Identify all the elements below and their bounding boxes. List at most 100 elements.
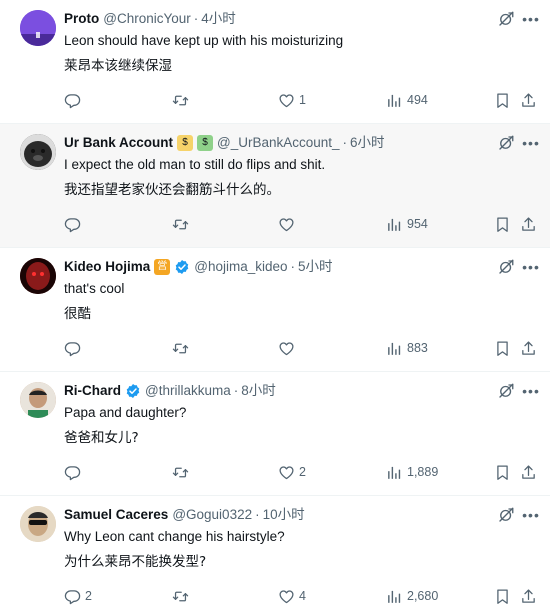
timestamp[interactable]: 4小时	[201, 10, 236, 28]
user-handle[interactable]: @hojima_kideo	[194, 258, 287, 276]
view-count: 954	[407, 217, 428, 231]
tweet-reply[interactable]: Ri-Chard @thrillakkuma · 8小时 Papa and da…	[0, 372, 550, 496]
verified-badge-icon[interactable]	[125, 383, 141, 399]
reply-button[interactable]: 2	[64, 586, 92, 606]
avatar[interactable]	[20, 382, 56, 418]
avatar[interactable]	[20, 10, 56, 46]
like-button[interactable]: 1	[278, 90, 306, 110]
tweet-text: Why Leon cant change his hairstyle?	[64, 529, 285, 544]
like-button[interactable]: 4	[278, 586, 306, 606]
tweet-text: I expect the old man to still do flips a…	[64, 157, 326, 172]
tweet-translation: 很酷	[64, 306, 91, 322]
share-icon	[520, 340, 537, 357]
grok-icon[interactable]	[497, 382, 515, 400]
avatar[interactable]	[20, 506, 56, 542]
tweet-reply[interactable]: Proto @ChronicYour · 4小时 Leon should hav…	[0, 0, 550, 124]
views-button[interactable]: 1,889	[386, 462, 438, 482]
retweet-icon	[172, 588, 189, 605]
retweet-button[interactable]	[172, 338, 189, 358]
bookmark-icon	[494, 588, 511, 605]
share-button[interactable]	[520, 214, 537, 234]
share-icon	[520, 92, 537, 109]
avatar[interactable]	[20, 134, 56, 170]
like-button[interactable]	[278, 214, 299, 234]
tweet-reply[interactable]: Ur Bank Account $ $ @_UrBankAccount_ · 6…	[0, 124, 550, 248]
tweet-text: Leon should have kept up with his moistu…	[64, 33, 344, 48]
display-name[interactable]: Kideo Hojima	[64, 258, 150, 276]
retweet-button[interactable]	[172, 462, 189, 482]
more-options-icon[interactable]: •••	[522, 12, 540, 26]
retweet-button[interactable]	[172, 586, 189, 606]
avatar[interactable]	[20, 258, 56, 294]
reply-button[interactable]	[64, 338, 85, 358]
display-name[interactable]: Samuel Caceres	[64, 506, 168, 524]
reply-icon	[64, 464, 81, 481]
grok-icon[interactable]	[497, 506, 515, 524]
like-button[interactable]: 2	[278, 462, 306, 482]
reply-button[interactable]	[64, 90, 85, 110]
more-options-icon[interactable]: •••	[522, 508, 540, 522]
more-options-icon[interactable]: •••	[522, 260, 540, 274]
user-handle[interactable]: @Gogui0322	[172, 506, 252, 524]
retweet-button[interactable]	[172, 214, 189, 234]
share-icon	[520, 588, 537, 605]
views-button[interactable]: 494	[386, 90, 428, 110]
display-name[interactable]: Ri-Chard	[64, 382, 121, 400]
action-bar: 1 494	[64, 90, 544, 110]
retweet-button[interactable]	[172, 90, 189, 110]
display-name[interactable]: Ur Bank Account	[64, 134, 173, 152]
action-bar: 954	[64, 214, 544, 234]
timestamp[interactable]: 5小时	[298, 258, 333, 276]
money-bag-emoji: $	[177, 135, 194, 151]
share-button[interactable]	[520, 338, 537, 358]
tweet-translation: 爸爸和女儿?	[64, 430, 139, 446]
share-button[interactable]	[520, 462, 537, 482]
analytics-icon	[386, 464, 403, 481]
more-options-icon[interactable]: •••	[522, 136, 540, 150]
view-count: 494	[407, 93, 428, 107]
reply-icon	[64, 588, 81, 605]
tweet-text: that's cool	[64, 281, 125, 296]
bookmark-button[interactable]	[494, 462, 511, 482]
money-wings-emoji: $	[197, 135, 214, 151]
grok-icon[interactable]	[497, 134, 515, 152]
view-count: 1,889	[407, 465, 439, 479]
grok-icon[interactable]	[497, 10, 515, 28]
analytics-icon	[386, 588, 403, 605]
bookmark-button[interactable]	[494, 214, 511, 234]
more-options-icon[interactable]: •••	[522, 384, 540, 398]
share-button[interactable]	[520, 90, 537, 110]
separator-dot: ·	[290, 259, 296, 274]
user-handle[interactable]: @thrillakkuma	[145, 382, 231, 400]
bookmark-button[interactable]	[494, 90, 511, 110]
views-button[interactable]: 2,680	[386, 586, 438, 606]
timestamp[interactable]: 6小时	[350, 134, 385, 152]
like-count: 4	[299, 589, 306, 603]
user-handle[interactable]: @_UrBankAccount_	[217, 134, 340, 152]
timestamp[interactable]: 10小时	[263, 506, 305, 524]
views-button[interactable]: 883	[386, 338, 428, 358]
view-count: 883	[407, 341, 428, 355]
user-handle[interactable]: @ChronicYour	[103, 10, 191, 28]
action-bar: 883	[64, 338, 544, 358]
tweet-reply[interactable]: Samuel Caceres @Gogui0322 · 10小时 Why Leo…	[0, 496, 550, 616]
share-button[interactable]	[520, 586, 537, 606]
affiliate-badge[interactable]: 営	[154, 259, 171, 275]
tweet-reply[interactable]: Kideo Hojima 営 @hojima_kideo · 5小时 that'…	[0, 248, 550, 372]
retweet-icon	[172, 340, 189, 357]
timestamp[interactable]: 8小时	[241, 382, 276, 400]
tweet-translation: 莱昂本该继续保湿	[64, 58, 172, 74]
views-button[interactable]: 954	[386, 214, 428, 234]
heart-icon	[278, 92, 295, 109]
reply-button[interactable]	[64, 214, 85, 234]
reply-button[interactable]	[64, 462, 85, 482]
like-button[interactable]	[278, 338, 299, 358]
bookmark-button[interactable]	[494, 338, 511, 358]
display-name[interactable]: Proto	[64, 10, 99, 28]
analytics-icon	[386, 92, 403, 109]
verified-badge-icon[interactable]	[174, 259, 190, 275]
tweet-text: Papa and daughter?	[64, 405, 187, 420]
reply-icon	[64, 340, 81, 357]
bookmark-button[interactable]	[494, 586, 511, 606]
grok-icon[interactable]	[497, 258, 515, 276]
